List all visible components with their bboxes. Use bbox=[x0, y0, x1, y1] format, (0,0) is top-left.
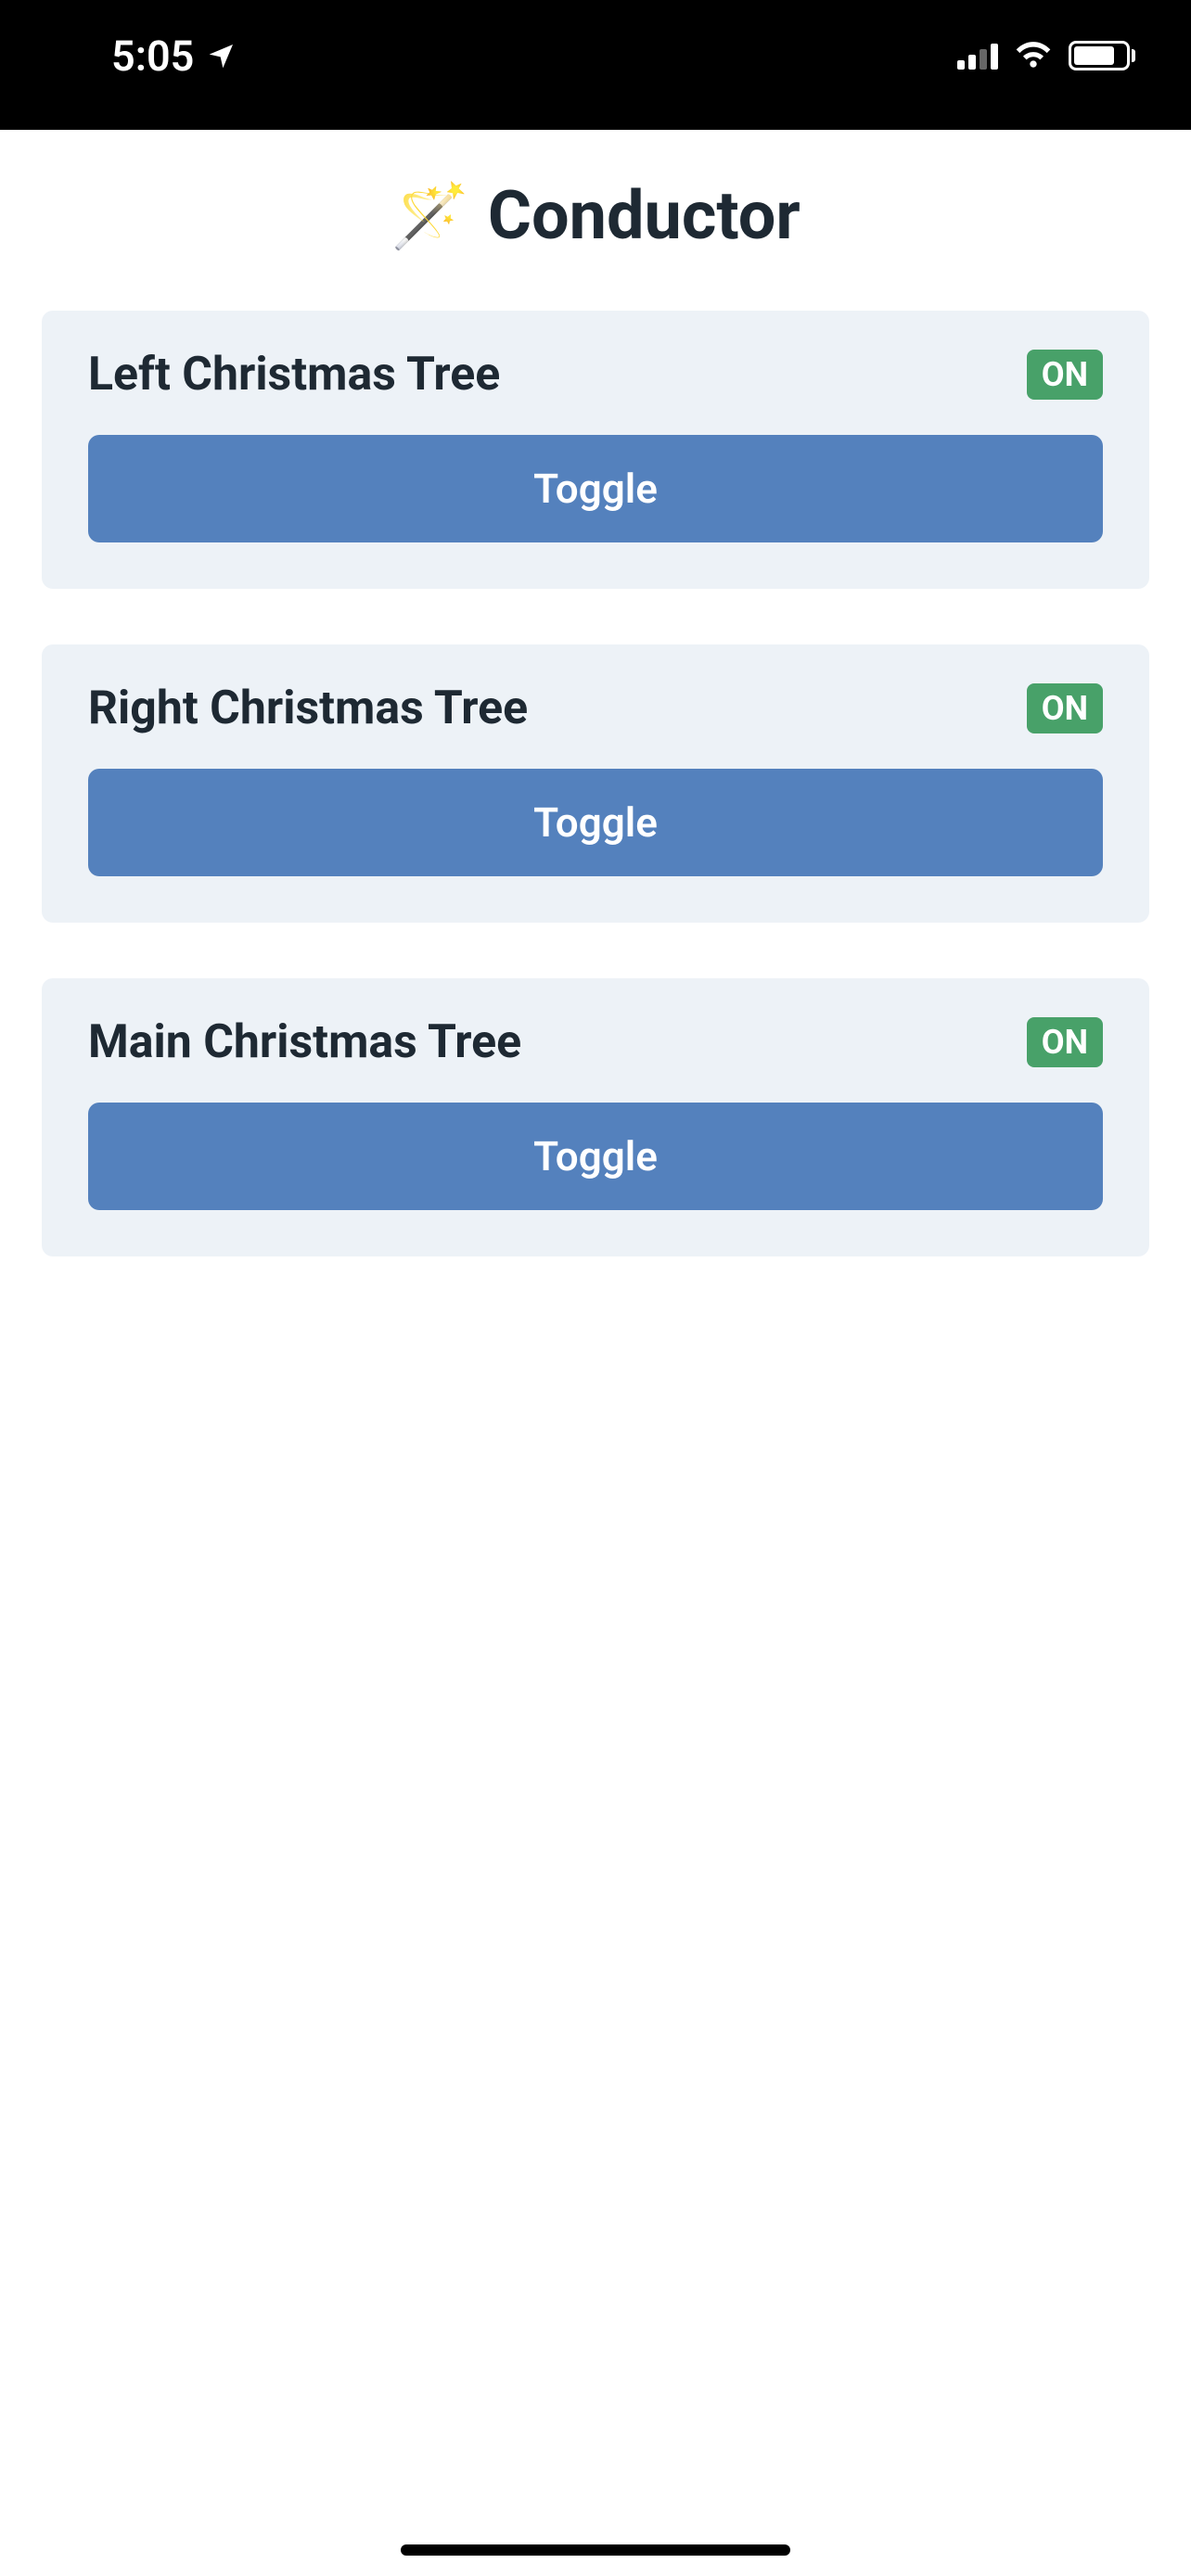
device-card: Left Christmas Tree ON Toggle bbox=[42, 311, 1149, 589]
cellular-signal-icon bbox=[957, 42, 998, 70]
status-bar-right bbox=[957, 33, 1135, 78]
device-header: Main Christmas Tree ON bbox=[88, 1015, 1103, 1069]
wifi-icon bbox=[1013, 33, 1054, 78]
toggle-button[interactable]: Toggle bbox=[88, 1103, 1103, 1210]
device-card: Main Christmas Tree ON Toggle bbox=[42, 978, 1149, 1256]
status-badge: ON bbox=[1027, 1017, 1103, 1067]
status-badge: ON bbox=[1027, 350, 1103, 400]
device-name: Main Christmas Tree bbox=[88, 1015, 521, 1069]
device-header: Right Christmas Tree ON bbox=[88, 682, 1103, 735]
app-title-text: Conductor bbox=[488, 176, 800, 255]
toggle-button[interactable]: Toggle bbox=[88, 769, 1103, 876]
wand-icon: 🪄 bbox=[391, 179, 469, 253]
device-card: Right Christmas Tree ON Toggle bbox=[42, 644, 1149, 923]
device-list: Left Christmas Tree ON Toggle Right Chri… bbox=[0, 311, 1191, 1256]
status-bar-left: 5:05 bbox=[111, 32, 237, 81]
location-icon bbox=[207, 32, 237, 81]
status-bar: 5:05 bbox=[0, 0, 1191, 130]
home-indicator[interactable] bbox=[401, 2544, 790, 2556]
app-title: 🪄 Conductor bbox=[0, 130, 1191, 311]
battery-icon bbox=[1069, 41, 1135, 70]
device-name: Right Christmas Tree bbox=[88, 682, 528, 735]
device-name: Left Christmas Tree bbox=[88, 348, 500, 402]
status-badge: ON bbox=[1027, 683, 1103, 733]
device-header: Left Christmas Tree ON bbox=[88, 348, 1103, 402]
status-time: 5:05 bbox=[111, 32, 194, 81]
toggle-button[interactable]: Toggle bbox=[88, 435, 1103, 542]
